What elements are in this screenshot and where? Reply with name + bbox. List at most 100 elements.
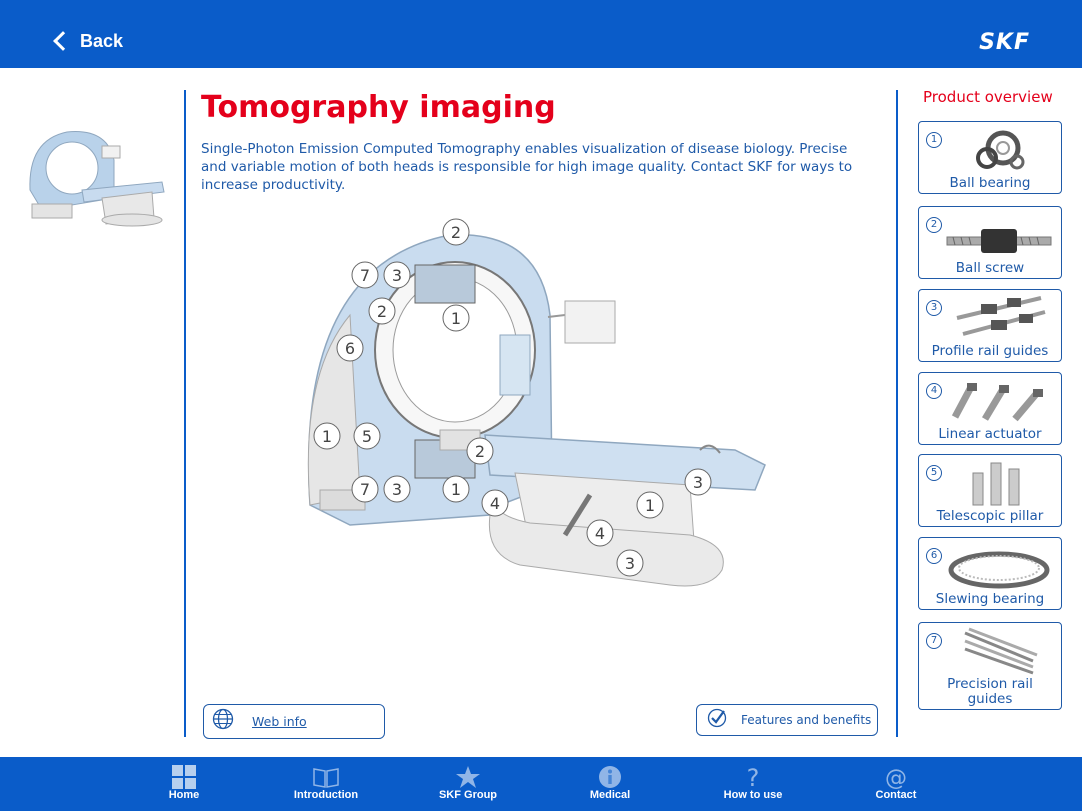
precision-rail-guides-icon xyxy=(941,627,1055,677)
bottom-nav: Home Introduction SKF Group Medical ? Ho… xyxy=(0,757,1082,811)
linear-actuator-icon xyxy=(941,377,1055,427)
callout: 3 xyxy=(383,475,411,503)
nav-label: Home xyxy=(168,789,200,801)
info-icon xyxy=(596,765,624,789)
web-info-label: Web info xyxy=(252,714,307,729)
callout: 7 xyxy=(351,475,379,503)
product-overview-title: Product overview xyxy=(923,88,1053,106)
callout: 4 xyxy=(586,519,614,547)
question-icon: ? xyxy=(739,764,767,792)
callout: 3 xyxy=(383,261,411,289)
svg-text:1: 1 xyxy=(322,427,332,446)
svg-text:1: 1 xyxy=(451,480,461,499)
nav-medical[interactable]: Medical xyxy=(555,757,665,811)
features-benefits-label: Features and benefits xyxy=(741,713,872,727)
nav-introduction[interactable]: Introduction xyxy=(271,757,381,811)
product-card-ball-screw[interactable]: 2 Ball screw xyxy=(918,206,1062,279)
check-circle-icon xyxy=(707,708,727,733)
product-card-precision-rail-guides[interactable]: 7 Precision rail guides xyxy=(918,622,1062,710)
callout: 1 xyxy=(442,304,470,332)
nav-label: Introduction xyxy=(293,789,359,801)
telescopic-pillar-icon xyxy=(941,459,1055,509)
callout: 1 xyxy=(442,475,470,503)
nav-contact[interactable]: @ Contact xyxy=(841,757,951,811)
card-name: Slewing bearing xyxy=(935,591,1045,607)
product-card-slewing-bearing[interactable]: 6 Slewing bearing xyxy=(918,537,1062,610)
card-number: 7 xyxy=(926,633,942,649)
svg-text:3: 3 xyxy=(693,473,703,492)
svg-text:7: 7 xyxy=(360,480,370,499)
callout: 7 xyxy=(351,261,379,289)
callout: 2 xyxy=(442,218,470,246)
callout: 4 xyxy=(481,489,509,517)
left-divider xyxy=(184,90,186,737)
card-number: 3 xyxy=(926,300,942,316)
card-name: Ball bearing xyxy=(949,175,1031,191)
callout: 1 xyxy=(313,422,341,450)
skf-logo: SKF xyxy=(979,30,1030,55)
svg-text:5: 5 xyxy=(362,427,372,446)
nav-home[interactable]: Home xyxy=(129,757,239,811)
card-name: Profile rail guides xyxy=(931,343,1049,359)
svg-text:3: 3 xyxy=(392,266,402,285)
web-info-button[interactable]: Web info xyxy=(203,704,385,739)
svg-text:4: 4 xyxy=(490,494,500,513)
ball-bearing-icon xyxy=(941,126,1055,176)
card-name: Precision rail guides xyxy=(947,676,1033,707)
nav-skf-group[interactable]: SKF Group xyxy=(413,757,523,811)
svg-text:6: 6 xyxy=(345,339,355,358)
nav-label: SKF Group xyxy=(438,789,498,801)
grid-icon xyxy=(170,765,198,789)
card-number: 1 xyxy=(926,132,942,148)
svg-text:1: 1 xyxy=(451,309,461,328)
page-description: Single-Photon Emission Computed Tomograp… xyxy=(201,141,853,193)
nav-label: Contact xyxy=(875,789,917,801)
star-icon xyxy=(454,765,482,789)
card-number: 2 xyxy=(926,217,942,233)
nav-label: Medical xyxy=(589,789,631,801)
back-button[interactable]: Back xyxy=(50,26,123,56)
callout: 2 xyxy=(368,297,396,325)
chevron-left-icon xyxy=(53,31,73,51)
page-title: Tomography imaging xyxy=(201,90,556,125)
svg-text:@: @ xyxy=(885,766,907,789)
nav-label: How to use xyxy=(723,789,783,801)
card-number: 4 xyxy=(926,383,942,399)
callout: 2 xyxy=(466,437,494,465)
tomography-scanner-diagram: 2 7 3 2 1 6 1 5 2 7 3 1 4 4 3 1 3 xyxy=(290,205,790,605)
right-divider xyxy=(896,90,898,737)
svg-text:1: 1 xyxy=(645,496,655,515)
svg-text:2: 2 xyxy=(475,442,485,461)
features-benefits-button[interactable]: Features and benefits xyxy=(696,704,878,736)
product-card-linear-actuator[interactable]: 4 Linear actuator xyxy=(918,372,1062,445)
callout: 6 xyxy=(336,334,364,362)
svg-text:3: 3 xyxy=(625,554,635,573)
callout: 3 xyxy=(616,549,644,577)
card-name: Ball screw xyxy=(955,260,1025,276)
card-number: 5 xyxy=(926,465,942,481)
svg-text:2: 2 xyxy=(377,302,387,321)
ball-screw-icon xyxy=(941,211,1055,261)
svg-text:2: 2 xyxy=(451,223,461,242)
svg-text:?: ? xyxy=(747,765,760,789)
svg-text:4: 4 xyxy=(595,524,605,543)
nav-how-to-use[interactable]: ? How to use xyxy=(698,757,808,811)
product-card-ball-bearing[interactable]: 1 Ball bearing xyxy=(918,121,1062,194)
top-bar: Back SKF xyxy=(0,0,1082,68)
svg-text:7: 7 xyxy=(360,266,370,285)
product-card-telescopic-pillar[interactable]: 5 Telescopic pillar xyxy=(918,454,1062,527)
callout: 1 xyxy=(636,491,664,519)
card-name: Linear actuator xyxy=(938,426,1042,442)
svg-text:3: 3 xyxy=(392,480,402,499)
profile-rail-guides-icon xyxy=(941,294,1055,344)
book-icon xyxy=(312,765,340,789)
scanner-thumbnail[interactable] xyxy=(22,120,166,232)
globe-icon xyxy=(212,708,234,735)
callout: 5 xyxy=(353,422,381,450)
back-label: Back xyxy=(80,30,124,51)
card-name: Telescopic pillar xyxy=(936,508,1044,524)
product-card-profile-rail-guides[interactable]: 3 Profile rail guides xyxy=(918,289,1062,362)
at-icon: @ xyxy=(882,765,910,791)
callout: 3 xyxy=(684,468,712,496)
card-number: 6 xyxy=(926,548,942,564)
